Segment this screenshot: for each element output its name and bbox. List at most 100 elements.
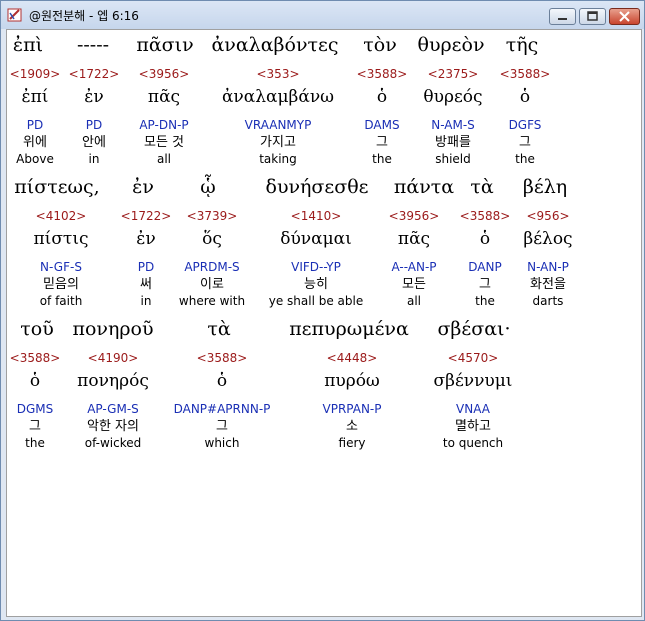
strong-number[interactable]: <2375> bbox=[423, 66, 482, 82]
word-column[interactable]: <3956> πᾶς AP-DN-P 모든 것 all bbox=[139, 66, 190, 166]
greek-word[interactable]: πίστεως, bbox=[14, 176, 99, 198]
lemma: θυρεός bbox=[423, 87, 483, 107]
korean-gloss: 그 bbox=[479, 277, 491, 292]
korean-gloss: 모든 것 bbox=[143, 135, 184, 150]
word-column[interactable]: <2375> θυρεός N-AM-S 방패를 shield bbox=[423, 66, 482, 166]
strong-number[interactable]: <3588> bbox=[10, 350, 61, 366]
lemma: ἐπί bbox=[21, 87, 49, 107]
lemma: ὅς bbox=[202, 229, 222, 249]
strong-number[interactable]: <3588> bbox=[357, 66, 408, 82]
parsing-code: AP-DN-P bbox=[139, 118, 189, 132]
greek-word[interactable]: πεπυρωμένα bbox=[289, 318, 409, 340]
minimize-button[interactable] bbox=[549, 8, 576, 25]
word-column[interactable]: <3588> ὁ DANP#APRNN-P 그 which bbox=[174, 350, 271, 450]
lemma: πυρόω bbox=[324, 371, 380, 391]
word-column[interactable]: <1722> ἐν PD 써 in bbox=[121, 208, 172, 308]
strong-number[interactable]: <3739> bbox=[179, 208, 245, 224]
lemma: πᾶς bbox=[397, 229, 431, 249]
strong-number[interactable]: <3956> bbox=[389, 208, 440, 224]
korean-gloss: 그 bbox=[216, 419, 228, 434]
word-column[interactable]: <4190> πονηρός AP-GM-S 악한 자의 of-wicked bbox=[77, 350, 149, 450]
greek-word[interactable]: ----- bbox=[77, 34, 109, 56]
korean-gloss: 소 bbox=[346, 419, 358, 434]
interlinear-panel[interactable]: ἐπὶ ----- πᾶσιν ἀναλαβόντες τὸν θυρεὸν τ… bbox=[6, 29, 642, 617]
strong-number[interactable]: <3588> bbox=[460, 208, 511, 224]
close-icon bbox=[619, 11, 630, 22]
strong-number[interactable]: <956> bbox=[523, 208, 572, 224]
korean-gloss: 안에 bbox=[82, 135, 106, 150]
title-bar[interactable]: @원전분해 - 엡 6:16 bbox=[1, 1, 644, 29]
greek-word[interactable]: ἐν bbox=[132, 176, 154, 198]
strong-number[interactable]: <1722> bbox=[121, 208, 172, 224]
word-column[interactable]: <3588> ὁ DGFS 그 the bbox=[500, 66, 551, 166]
lemma: ὁ bbox=[216, 371, 228, 391]
maximize-button[interactable] bbox=[579, 8, 606, 25]
word-column[interactable]: <353> ἀναλαμβάνω VRAANMYP 가지고 taking bbox=[222, 66, 334, 166]
greek-word[interactable]: δυνήσεσθε bbox=[266, 176, 369, 198]
app-icon bbox=[7, 8, 22, 22]
word-column[interactable]: <1722> ἐν PD 안에 in bbox=[69, 66, 120, 166]
lemma: ἀναλαμβάνω bbox=[221, 87, 335, 107]
parsing-code: DANP#APRNN-P bbox=[173, 402, 271, 416]
parsing-code: PD bbox=[137, 260, 155, 274]
greek-word[interactable]: θυρεὸν bbox=[418, 34, 485, 56]
word-column[interactable]: <1909> ἐπί PD 위에 Above bbox=[10, 66, 61, 166]
strong-number[interactable]: <4190> bbox=[77, 350, 149, 366]
word-column[interactable]: <3739> ὅς APRDM-S 이로 where with bbox=[179, 208, 245, 308]
lemma: σβέννυμι bbox=[433, 371, 513, 391]
english-gloss: ye shall be able bbox=[268, 294, 364, 308]
greek-word[interactable]: πάντα bbox=[394, 176, 454, 198]
lemma: πίστις bbox=[33, 229, 89, 249]
korean-gloss: 그 bbox=[519, 135, 531, 150]
parsing-code: DANP bbox=[468, 260, 502, 274]
english-gloss: of faith bbox=[39, 294, 83, 308]
greek-word[interactable]: τὸν bbox=[363, 34, 397, 56]
strong-number[interactable]: <4570> bbox=[434, 350, 513, 366]
greek-word[interactable]: ἐπὶ bbox=[13, 34, 43, 56]
word-column[interactable]: <3588> ὁ DGMS 그 the bbox=[10, 350, 61, 450]
english-gloss: the bbox=[475, 294, 495, 308]
strong-number[interactable]: <4102> bbox=[33, 208, 88, 224]
strong-number[interactable]: <3588> bbox=[174, 350, 271, 366]
english-gloss: which bbox=[204, 436, 240, 450]
korean-gloss: 이로 bbox=[200, 277, 224, 292]
lemma: πᾶς bbox=[147, 87, 181, 107]
greek-word[interactable]: βέλη bbox=[523, 176, 567, 198]
strong-number[interactable]: <1410> bbox=[269, 208, 364, 224]
parsing-code: VRAANMYP bbox=[244, 118, 312, 132]
strong-number[interactable]: <3956> bbox=[139, 66, 190, 82]
word-column[interactable]: <1410> δύναμαι VIFD--YP 능히 ye shall be a… bbox=[269, 208, 364, 308]
korean-gloss: 그 bbox=[376, 135, 388, 150]
strong-number[interactable]: <3588> bbox=[500, 66, 551, 82]
greek-word[interactable]: τῆς bbox=[506, 34, 539, 56]
parsing-code: PD bbox=[26, 118, 44, 132]
parsing-code: N-GF-S bbox=[40, 260, 82, 274]
greek-word[interactable]: ᾧ bbox=[200, 176, 216, 198]
greek-word[interactable]: τὰ bbox=[470, 176, 493, 198]
korean-gloss: 능히 bbox=[304, 277, 328, 292]
greek-word[interactable]: σβέσαι· bbox=[437, 318, 510, 340]
lemma: δύναμαι bbox=[280, 229, 352, 249]
word-column[interactable]: <3588> ὁ DAMS 그 the bbox=[357, 66, 408, 166]
strong-number[interactable]: <4448> bbox=[322, 350, 381, 366]
parsing-code: A--AN-P bbox=[391, 260, 437, 274]
strong-number[interactable]: <1909> bbox=[10, 66, 61, 82]
word-column[interactable]: <4570> σβέννυμι VNAA 멸하고 to quench bbox=[434, 350, 513, 450]
english-gloss: fiery bbox=[338, 436, 366, 450]
word-column[interactable]: <4448> πυρόω VPRPAN-P 소 fiery bbox=[322, 350, 381, 450]
english-gloss: in bbox=[88, 152, 100, 166]
parsing-code: DGFS bbox=[508, 118, 542, 132]
word-column[interactable]: <4102> πίστις N-GF-S 믿음의 of faith bbox=[33, 208, 88, 308]
word-column[interactable]: <956> βέλος N-AN-P 화전을 darts bbox=[523, 208, 572, 308]
close-button[interactable] bbox=[609, 8, 640, 25]
greek-word[interactable]: πονηροῦ bbox=[72, 318, 153, 340]
greek-word[interactable]: ἀναλαβόντες bbox=[211, 34, 338, 56]
strong-number[interactable]: <353> bbox=[222, 66, 334, 82]
lemma: πονηρός bbox=[77, 371, 149, 391]
greek-word[interactable]: τὰ bbox=[207, 318, 230, 340]
word-column[interactable]: <3956> πᾶς A--AN-P 모든 all bbox=[389, 208, 440, 308]
greek-word[interactable]: πᾶσιν bbox=[136, 34, 193, 56]
strong-number[interactable]: <1722> bbox=[69, 66, 120, 82]
greek-word[interactable]: τοῦ bbox=[20, 318, 54, 340]
word-column[interactable]: <3588> ὁ DANP 그 the bbox=[460, 208, 511, 308]
